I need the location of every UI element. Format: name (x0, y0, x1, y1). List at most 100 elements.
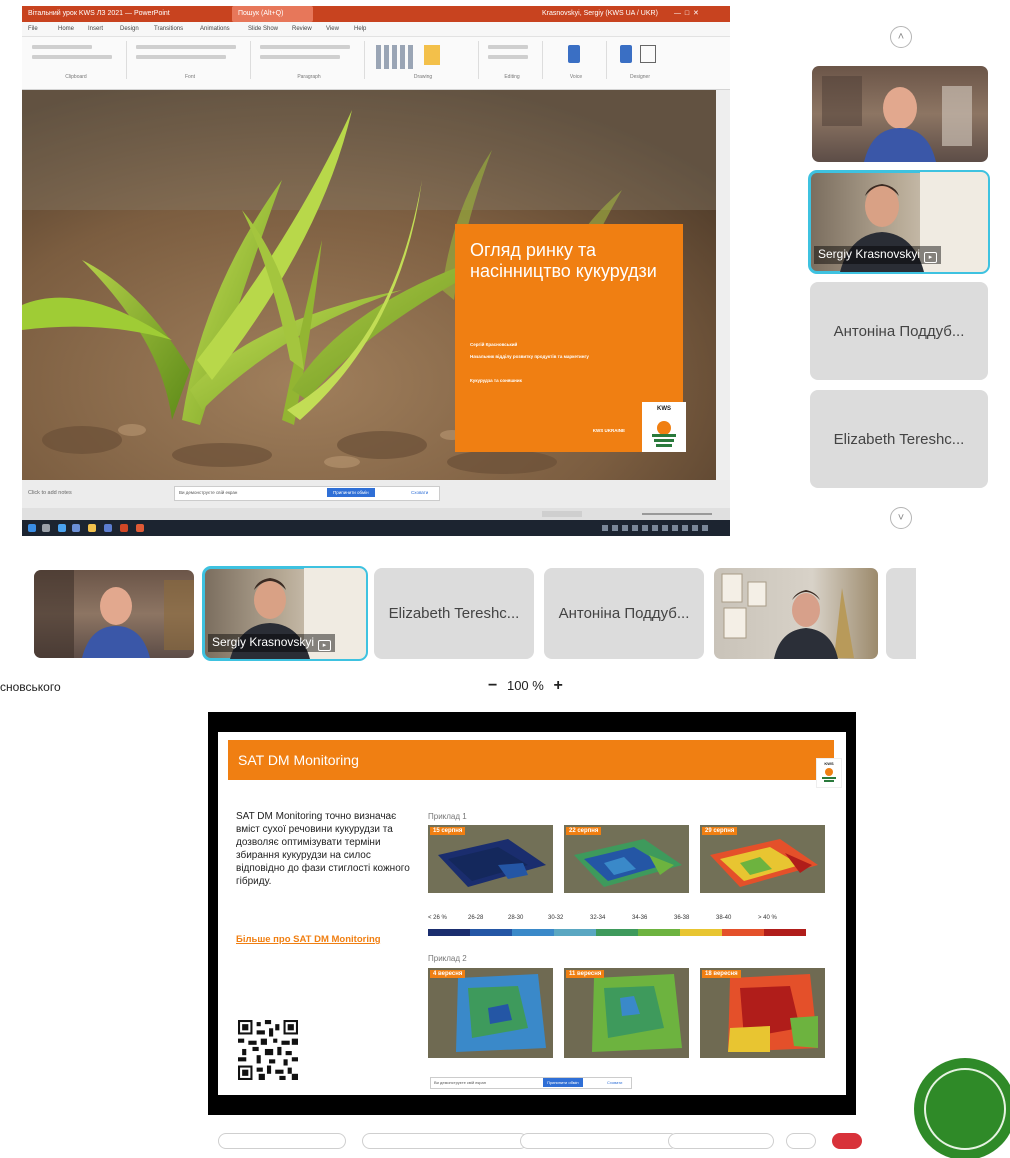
participant-video-selected[interactable]: Sergiy Krasnovskyi ▸ (808, 170, 990, 274)
ribbon-group[interactable]: Editing (482, 41, 543, 80)
person-avatar-image (721, 573, 854, 659)
map-date-label: 11 вересня (566, 970, 605, 978)
ribbon-group[interactable]: Drawing (368, 41, 479, 80)
zoom-out-button[interactable]: − (488, 677, 497, 694)
menu-item[interactable]: Slide Show (248, 22, 278, 36)
sat-slide: SAT DM Monitoring KWS SAT DM Monitoring … (218, 732, 846, 1095)
zoom-in-button[interactable]: + (553, 677, 562, 694)
legend-swatch (596, 929, 638, 936)
zoom-level: 100 % (506, 678, 544, 693)
meeting-control-button[interactable] (520, 1133, 678, 1149)
hide-notification-button[interactable]: Сховати (607, 1080, 622, 1085)
ribbon-group-label: Paragraph (297, 74, 321, 80)
legend-label: 36-38 (674, 915, 690, 921)
menu-item[interactable]: Review (292, 22, 312, 36)
outlook-icon[interactable] (104, 524, 112, 532)
hide-notification-button[interactable]: Сховати (411, 490, 428, 495)
sat-slide-header: SAT DM Monitoring (228, 740, 834, 780)
folder-icon[interactable] (88, 524, 96, 532)
pin-icon[interactable]: ▸ (924, 252, 938, 263)
sat-slide-title: SAT DM Monitoring (238, 752, 359, 768)
slide-role-2: Кукурудза та соняшник (470, 378, 522, 383)
ribbon-group[interactable]: Voice (546, 41, 607, 80)
recording-indicator-icon[interactable] (916, 1060, 1010, 1158)
legend-swatch (428, 929, 470, 936)
slide-footer: KWS UKRAINE (592, 428, 625, 433)
ribbon-group-label: Drawing (413, 74, 433, 80)
menu-item[interactable]: Insert (88, 22, 103, 36)
meeting-control-button[interactable] (362, 1133, 528, 1149)
legend-label: 28-30 (508, 915, 524, 921)
search-icon[interactable] (42, 524, 50, 532)
legend-label: < 26 % (428, 915, 447, 921)
stop-sharing-button[interactable]: Припинити обмін (327, 488, 375, 497)
participant-tile-partial[interactable] (886, 568, 916, 659)
participant-video-selected[interactable]: Sergiy Krasnovskyi ▸ (202, 566, 368, 661)
start-icon[interactable] (28, 524, 36, 532)
powerpoint-icon[interactable] (120, 524, 128, 532)
legend-color-bar (428, 929, 806, 936)
legend-label: 26-28 (468, 915, 484, 921)
menu-item[interactable]: File (28, 22, 38, 36)
shared-screen-powerpoint: Вітальний урок KWS ЛЗ 2021 — PowerPoint … (22, 6, 730, 536)
zoom-control: − 100 % + (488, 677, 563, 695)
legend-swatch (638, 929, 680, 936)
shared-file-name: сновського (0, 680, 61, 694)
ribbon-group-label: Voice (569, 74, 583, 80)
meeting-control-button[interactable] (218, 1133, 346, 1149)
person-avatar-image (822, 76, 972, 162)
participant-video[interactable] (34, 570, 194, 658)
slide-presenter: Сергій Красновський (470, 342, 518, 347)
sat-description: SAT DM Monitoring точно визначає вміст с… (236, 811, 410, 887)
menu-item[interactable]: Transitions (154, 22, 183, 36)
leave-meeting-button[interactable] (832, 1133, 862, 1149)
pin-icon[interactable]: ▸ (318, 640, 332, 651)
screen-share-notification: Ви демонструєте свій екран Припинити обм… (430, 1077, 632, 1089)
example-1-label: Приклад 1 (428, 812, 467, 821)
participant-video[interactable] (812, 66, 988, 162)
legend-label: 38-40 (716, 915, 732, 921)
ribbon-group[interactable]: Font (130, 41, 251, 80)
ppt-scrollbar[interactable] (716, 90, 730, 480)
menu-item[interactable]: Home (58, 22, 74, 36)
participant-tile[interactable]: Elizabeth Tereshc... (374, 568, 534, 659)
field-map: 4 вересня (428, 968, 553, 1058)
field-map: 15 серпня (428, 825, 553, 893)
kws-logo: KWS (816, 758, 842, 788)
ppt-status-bar (22, 508, 730, 520)
participant-tile[interactable]: Elizabeth Tereshc... (810, 390, 988, 488)
sat-more-link[interactable]: Більше про SAT DM Monitoring (236, 934, 381, 945)
app-icon[interactable] (136, 524, 144, 532)
ribbon-group[interactable]: Clipboard (26, 41, 127, 80)
legend-label: 30-32 (548, 915, 564, 921)
meeting-control-button[interactable] (786, 1133, 816, 1149)
ribbon-group[interactable]: Paragraph (254, 41, 365, 80)
ppt-search-box[interactable]: Пошук (Alt+Q) (232, 6, 314, 22)
meeting-control-button[interactable] (668, 1133, 774, 1149)
slide-title: Огляд ринку та насінництво кукурудзи (470, 240, 657, 281)
menu-item[interactable]: Animations (200, 22, 230, 36)
menu-item[interactable]: View (326, 22, 339, 36)
ribbon-group[interactable]: Designer (610, 41, 670, 80)
edge-icon[interactable] (58, 524, 66, 532)
qr-code-image[interactable] (238, 1020, 298, 1080)
chevron-up-icon[interactable]: ˄ (890, 26, 912, 48)
menu-item[interactable]: Design (120, 22, 139, 36)
map-date-label: 15 серпня (430, 827, 466, 835)
stop-sharing-button[interactable]: Припинити обмін (543, 1078, 583, 1087)
field-map: 18 вересня (700, 968, 825, 1058)
window-controls[interactable]: — □ ✕ (674, 6, 699, 22)
screen-share-notification: Ви демонструєте свій екран Припинити обм… (174, 486, 440, 501)
kws-logo: KWS (642, 402, 686, 452)
ribbon-group-label: Clipboard (65, 74, 87, 80)
windows-taskbar (22, 520, 730, 536)
participant-tile[interactable]: Антоніна Поддуб... (544, 568, 704, 659)
chevron-down-icon[interactable]: ˅ (890, 507, 912, 529)
teams-icon[interactable] (72, 524, 80, 532)
participant-name: Elizabeth Tereshc... (388, 605, 520, 622)
participant-video[interactable] (714, 568, 878, 659)
field-map: 29 серпня (700, 825, 825, 893)
menu-item[interactable]: Help (354, 22, 366, 36)
participant-tile[interactable]: Антоніна Поддуб... (810, 282, 988, 380)
ribbon-group-label: Designer (629, 74, 650, 80)
